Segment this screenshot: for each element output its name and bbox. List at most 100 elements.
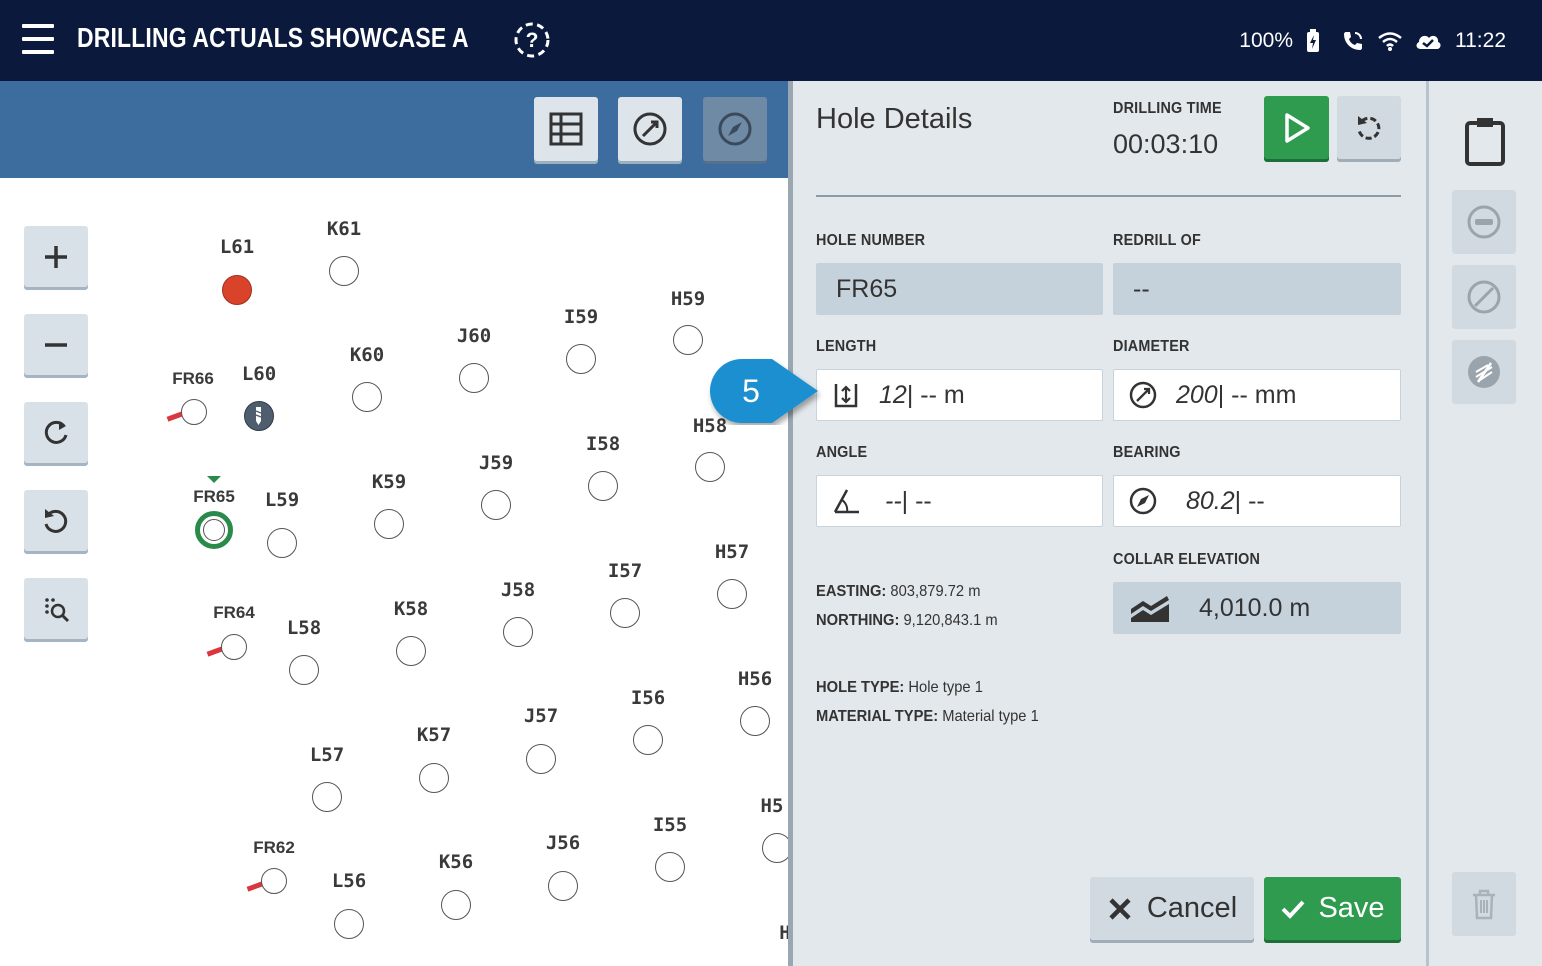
redo-button[interactable]: [24, 402, 88, 463]
hole-marker[interactable]: [503, 617, 533, 647]
save-button[interactable]: Save: [1264, 877, 1401, 940]
hole-label: I56: [630, 687, 666, 709]
hole-label: FR65: [193, 487, 235, 506]
remove-button[interactable]: [1452, 190, 1516, 254]
clipboard-button[interactable]: [1462, 114, 1508, 166]
help-icon[interactable]: ?: [513, 21, 551, 59]
hole-marker[interactable]: [740, 706, 770, 736]
hole-marker[interactable]: [526, 744, 556, 774]
close-icon: [1109, 897, 1131, 920]
check-icon: [1282, 900, 1305, 919]
hole-marker[interactable]: [717, 579, 747, 609]
collar-elevation-caption: COLLAR ELEVATION: [1113, 551, 1261, 568]
redrill-value: --: [1133, 274, 1150, 303]
menu-icon[interactable]: [22, 24, 54, 54]
hole-marker[interactable]: [289, 655, 319, 685]
bearing-input[interactable]: 80.2 | --: [1113, 475, 1401, 527]
hole-number-field: FR65: [816, 263, 1103, 315]
diameter-icon: [633, 112, 667, 146]
grid-view-button[interactable]: [534, 97, 598, 161]
hole-marker[interactable]: [441, 890, 471, 920]
phone-icon: [1341, 29, 1365, 53]
hole-marker[interactable]: [222, 275, 252, 305]
hole-marker[interactable]: [548, 871, 578, 901]
length-input[interactable]: 12 | -- m: [816, 369, 1103, 421]
hole-number-value: FR65: [836, 274, 898, 303]
hole-marker[interactable]: [762, 833, 788, 863]
hole-label: L58: [286, 617, 322, 639]
hole-marker[interactable]: [459, 363, 489, 393]
minus-circle-icon: [1467, 205, 1501, 239]
compass-icon: [718, 112, 752, 146]
play-icon: [1284, 112, 1310, 143]
zoom-to-fit-button[interactable]: [24, 578, 88, 639]
start-drilling-button[interactable]: [1264, 96, 1329, 159]
hole-marker[interactable]: [181, 399, 207, 425]
hole-details-panel: Hole Details DRILLING TIME 00:03:10 HOLE…: [788, 81, 1426, 966]
reset-timer-button[interactable]: [1337, 96, 1401, 159]
compass-view-button[interactable]: [703, 97, 767, 161]
hole-marker[interactable]: [267, 528, 297, 558]
zoom-in-icon: [45, 245, 67, 268]
hole-label: H5: [760, 795, 784, 817]
hole-marker[interactable]: [374, 509, 404, 539]
battery-icon: [1305, 29, 1329, 53]
length-caption: LENGTH: [816, 338, 877, 355]
hole-marker[interactable]: [588, 471, 618, 501]
clock: 11:22: [1455, 29, 1506, 52]
northing-value: 9,120,843.1 m: [903, 612, 998, 629]
cancel-label: Cancel: [1146, 892, 1238, 924]
hole-marker[interactable]: [261, 868, 287, 894]
hole-marker-drilling[interactable]: [244, 401, 274, 431]
length-icon: [829, 378, 863, 412]
undo-button[interactable]: [24, 490, 88, 551]
hole-marker[interactable]: [655, 852, 685, 882]
hole-marker[interactable]: [633, 725, 663, 755]
hole-label: FR66: [172, 369, 214, 388]
hole-marker[interactable]: [334, 909, 364, 939]
collar-elevation-field: 4,010.0 m: [1113, 582, 1401, 634]
bearing-unit: | --: [1234, 486, 1265, 515]
hole-marker[interactable]: [396, 636, 426, 666]
zoom-in-button[interactable]: [24, 226, 88, 287]
hole-marker[interactable]: [481, 490, 511, 520]
svg-text:?: ?: [526, 29, 539, 52]
hole-marker[interactable]: [419, 763, 449, 793]
drill-map[interactable]: L61 K61 H59 I59 J60 K60 L60 FR66 H58 I58…: [0, 178, 788, 966]
angle-input[interactable]: -- | --: [816, 475, 1103, 527]
diameter-view-button[interactable]: [618, 97, 682, 161]
hole-label: H59: [670, 288, 706, 310]
delete-button[interactable]: [1452, 872, 1516, 936]
hole-label: J60: [456, 325, 492, 347]
easting-label: EASTING:: [816, 583, 887, 600]
bearing-icon: [1126, 484, 1160, 518]
hole-label: H: [779, 922, 788, 944]
hole-marker[interactable]: [329, 256, 359, 286]
hole-marker[interactable]: [610, 598, 640, 628]
hole-label: I59: [563, 306, 599, 328]
zoom-out-icon: [45, 342, 67, 347]
save-label: Save: [1318, 892, 1385, 924]
hole-marker[interactable]: [352, 382, 382, 412]
signal-button[interactable]: [1452, 340, 1516, 404]
angle-unit: | --: [901, 486, 932, 515]
hole-marker[interactable]: [566, 344, 596, 374]
hole-marker[interactable]: [221, 634, 247, 660]
block-button[interactable]: [1452, 265, 1516, 329]
hole-marker[interactable]: [673, 325, 703, 355]
callout-number: 5: [742, 372, 760, 409]
hole-marker-selected[interactable]: [195, 511, 233, 549]
hole-marker[interactable]: [695, 452, 725, 482]
status-bar: 100% 11:22: [1239, 25, 1506, 57]
drilling-time-value: 00:03:10: [1113, 129, 1219, 159]
cancel-button[interactable]: Cancel: [1090, 877, 1254, 940]
diameter-unit: | -- mm: [1217, 380, 1297, 409]
hole-marker[interactable]: [312, 782, 342, 812]
hole-label: J56: [545, 832, 581, 854]
diameter-input[interactable]: 200 | -- mm: [1113, 369, 1401, 421]
hole-label: L59: [264, 489, 300, 511]
hole-label: K61: [326, 218, 362, 240]
zoom-out-button[interactable]: [24, 314, 88, 375]
panel-title: Hole Details: [816, 103, 973, 135]
northing-line: NORTHING: 9,120,843.1 m: [816, 612, 998, 630]
